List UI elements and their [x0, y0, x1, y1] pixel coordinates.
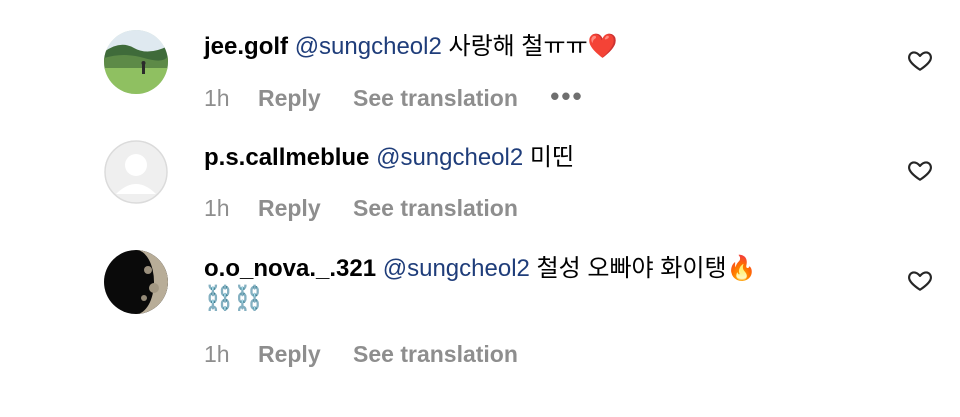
comment-meta: 1h Reply See translation [204, 194, 544, 222]
see-translation-button[interactable]: See translation [353, 85, 518, 111]
avatar[interactable] [104, 140, 168, 204]
comment-text: 철성 오빠야 화이탱🔥 [536, 255, 757, 282]
avatar[interactable] [104, 30, 168, 94]
comment-meta: 1h Reply See translation [204, 340, 544, 368]
comment-text: 사랑해 철ㅠㅠ❤️ [448, 33, 618, 60]
comment-username[interactable]: jee.golf [204, 33, 288, 60]
comment-mention[interactable]: @sungcheol2 [295, 33, 442, 60]
reply-button[interactable]: Reply [258, 85, 321, 111]
comment-time: 1h [204, 85, 230, 111]
see-translation-button[interactable]: See translation [353, 341, 518, 367]
reply-button[interactable]: Reply [258, 195, 321, 221]
heart-outline-icon[interactable] [907, 157, 933, 183]
avatar[interactable] [104, 250, 168, 314]
see-translation-button[interactable]: See translation [353, 195, 518, 221]
more-options-icon[interactable]: ••• [550, 83, 583, 109]
comment-mention[interactable]: @sungcheol2 [376, 144, 523, 171]
comment-time: 1h [204, 195, 230, 221]
comment-username[interactable]: o.o_nova._.321 [204, 255, 376, 282]
comment-username[interactable]: p.s.callmeblue [204, 144, 369, 171]
comment-text: 미띤 [529, 144, 575, 171]
heart-outline-icon[interactable] [907, 47, 933, 73]
comment-time: 1h [204, 341, 230, 367]
comment-mention[interactable]: @sungcheol2 [383, 255, 530, 282]
heart-outline-icon[interactable] [907, 267, 933, 293]
reply-button[interactable]: Reply [258, 341, 321, 367]
comment-text-continued: ⛓️⛓️ [204, 285, 264, 312]
comment-meta: 1h Reply See translation ••• [204, 83, 610, 112]
